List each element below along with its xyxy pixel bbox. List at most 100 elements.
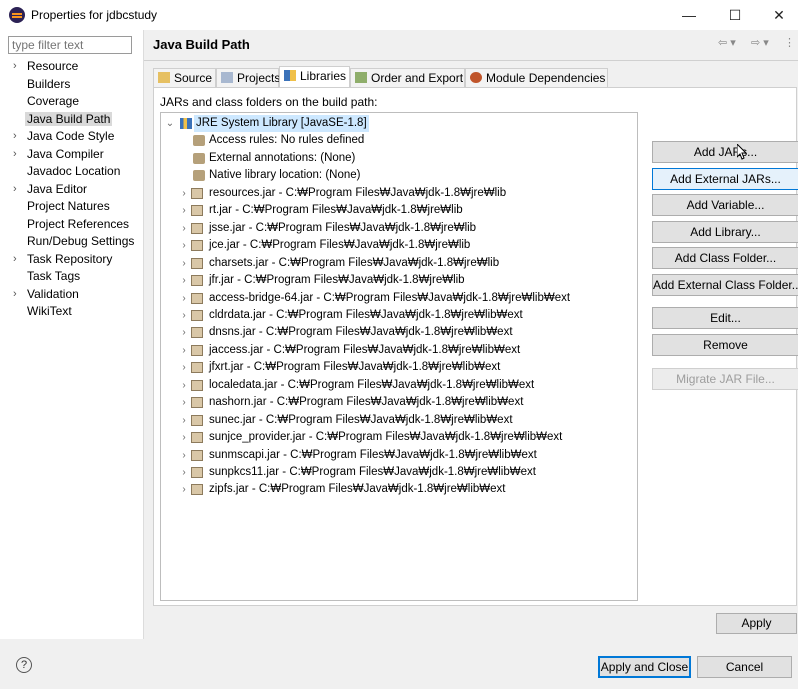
expand-chevron-icon[interactable]: › [179, 412, 189, 429]
expand-chevron-icon[interactable]: › [13, 146, 17, 164]
project-icon [221, 72, 233, 83]
expand-chevron-icon[interactable]: › [13, 181, 17, 199]
sidebar-item-label: Coverage [27, 94, 80, 108]
jar-icon [191, 449, 203, 461]
expand-chevron-icon[interactable]: › [179, 394, 189, 411]
add-class-folder-button[interactable]: Add Class Folder... [652, 247, 798, 269]
sidebar-item-java-code-style[interactable]: › Java Code Style [0, 128, 143, 146]
migrate-jar-button: Migrate JAR File... [652, 368, 798, 390]
sidebar-item-java-build-path[interactable]: Java Build Path [0, 111, 143, 129]
sidebar-item-project-natures[interactable]: Project Natures [0, 198, 143, 216]
tab-module-dependencies[interactable]: Module Dependencies [465, 68, 608, 87]
tree-label: JRE System Library [JavaSE-1.8] [194, 115, 369, 133]
tree-label: cldrdata.jar - C:₩Program Files₩Java₩jdk… [209, 308, 523, 321]
sidebar-item-java-editor[interactable]: › Java Editor [0, 181, 143, 199]
jar-icon [191, 257, 203, 269]
tree-label: dnsns.jar - C:₩Program Files₩Java₩jdk-1.… [209, 326, 513, 339]
add-library-button[interactable]: Add Library... [652, 221, 798, 243]
tab-libraries[interactable]: Libraries [279, 66, 350, 88]
expand-chevron-icon[interactable]: › [179, 481, 189, 498]
collapse-chevron-icon[interactable]: ⌄ [165, 115, 175, 132]
tab-projects[interactable]: Projects [216, 68, 280, 87]
help-icon[interactable]: ? [16, 657, 32, 673]
jar-icon [191, 397, 203, 409]
sidebar-item-label: Java Build Path [25, 111, 113, 126]
header-divider [144, 60, 798, 61]
property-nav: › Resource Builders Coverage Java Build Path… [0, 58, 143, 321]
tree-label: resources.jar - C:₩Program Files₩Java₩jd… [209, 186, 507, 199]
expand-chevron-icon[interactable]: › [179, 342, 189, 359]
library-icon [180, 118, 192, 129]
sidebar-item-label: Java Editor [27, 181, 88, 196]
sidebar-item-wikitext[interactable]: WikiText [0, 303, 143, 321]
expand-chevron-icon[interactable]: › [179, 220, 189, 237]
sidebar-item-task-repository[interactable]: › Task Repository [0, 251, 143, 269]
add-external-jars-button[interactable]: Add External JARs... [652, 168, 798, 190]
cancel-button[interactable]: Cancel [697, 656, 792, 678]
minimize-button[interactable]: — [666, 0, 712, 30]
sidebar-item-project-references[interactable]: Project References [0, 216, 143, 234]
tab-source[interactable]: Source [153, 68, 216, 87]
access-rules-icon [193, 135, 205, 147]
add-jars-button[interactable]: Add JARs... [652, 141, 798, 163]
expand-chevron-icon[interactable]: › [179, 377, 189, 394]
tree-label: rt.jar - C:₩Program Files₩Java₩jdk-1.8₩j… [209, 204, 463, 217]
jar-icon [191, 187, 203, 199]
expand-chevron-icon[interactable]: › [179, 464, 189, 481]
build-path-tree[interactable]: ⌄ JRE System Library [JavaSE-1.8] Access… [160, 112, 638, 601]
sidebar-item-coverage[interactable]: Coverage [0, 93, 143, 111]
edit-button[interactable]: Edit... [652, 307, 798, 329]
source-folder-icon [158, 72, 170, 83]
expand-chevron-icon[interactable]: › [179, 324, 189, 341]
view-menu-icon[interactable]: ⋮ [784, 36, 795, 49]
tree-label: sunec.jar - C:₩Program Files₩Java₩jdk-1.… [209, 413, 513, 426]
tree-label: External annotations: (None) [209, 151, 356, 164]
expand-chevron-icon[interactable]: › [179, 202, 189, 219]
sidebar-item-run-debug-settings[interactable]: Run/Debug Settings [0, 233, 143, 251]
filter-input[interactable] [8, 36, 132, 54]
native-library-icon [193, 170, 205, 182]
add-variable-button[interactable]: Add Variable... [652, 194, 798, 216]
sidebar-item-label: Task Tags [27, 269, 81, 283]
expand-chevron-icon[interactable]: › [179, 447, 189, 464]
expand-chevron-icon[interactable]: › [179, 272, 189, 289]
sidebar-item-task-tags[interactable]: Task Tags [0, 268, 143, 286]
add-external-class-folder-button[interactable]: Add External Class Folder... [652, 274, 798, 296]
tree-label: localedata.jar - C:₩Program Files₩Java₩j… [209, 378, 535, 391]
forward-icon[interactable]: ⇨ ▾ [751, 36, 769, 49]
tree-label: jaccess.jar - C:₩Program Files₩Java₩jdk-… [209, 343, 521, 356]
tree-label: jfxrt.jar - C:₩Program Files₩Java₩jdk-1.… [209, 361, 501, 374]
tree-label: jce.jar - C:₩Program Files₩Java₩jdk-1.8₩… [209, 239, 471, 252]
jar-icon [191, 205, 203, 217]
tree-label: sunmscapi.jar - C:₩Program Files₩Java₩jd… [209, 448, 537, 461]
expand-chevron-icon[interactable]: › [179, 290, 189, 307]
sidebar-item-java-compiler[interactable]: › Java Compiler [0, 146, 143, 164]
expand-chevron-icon[interactable]: › [179, 359, 189, 376]
sidebar-item-javadoc-location[interactable]: Javadoc Location [0, 163, 143, 181]
sidebar-item-label: WikiText [27, 304, 72, 318]
expand-chevron-icon[interactable]: › [179, 185, 189, 202]
maximize-button[interactable]: ☐ [712, 0, 758, 30]
window-title: Properties for jdbcstudy [31, 8, 158, 22]
back-icon[interactable]: ⇦ ▾ [718, 36, 736, 49]
expand-chevron-icon[interactable]: › [13, 128, 17, 146]
annotations-icon [193, 152, 205, 164]
expand-chevron-icon[interactable]: › [13, 286, 17, 304]
expand-chevron-icon[interactable]: › [179, 237, 189, 254]
apply-button[interactable]: Apply [716, 613, 797, 634]
expand-chevron-icon[interactable]: › [179, 429, 189, 446]
remove-button[interactable]: Remove [652, 334, 798, 356]
jar-icon [191, 292, 203, 304]
expand-chevron-icon[interactable]: › [13, 251, 17, 269]
expand-chevron-icon[interactable]: › [179, 307, 189, 324]
expand-chevron-icon[interactable]: › [179, 255, 189, 272]
close-button[interactable]: ✕ [756, 0, 798, 30]
apply-and-close-button[interactable]: Apply and Close [598, 656, 691, 678]
tab-label: Libraries [300, 69, 347, 83]
sidebar-item-builders[interactable]: Builders [0, 76, 143, 94]
sidebar-item-resource[interactable]: › Resource [0, 58, 143, 76]
title-bar: Properties for jdbcstudy — ☐ ✕ [0, 0, 798, 30]
expand-chevron-icon[interactable]: › [13, 58, 17, 76]
sidebar-item-validation[interactable]: › Validation [0, 286, 143, 304]
tab-order-and-export[interactable]: Order and Export [350, 68, 465, 87]
